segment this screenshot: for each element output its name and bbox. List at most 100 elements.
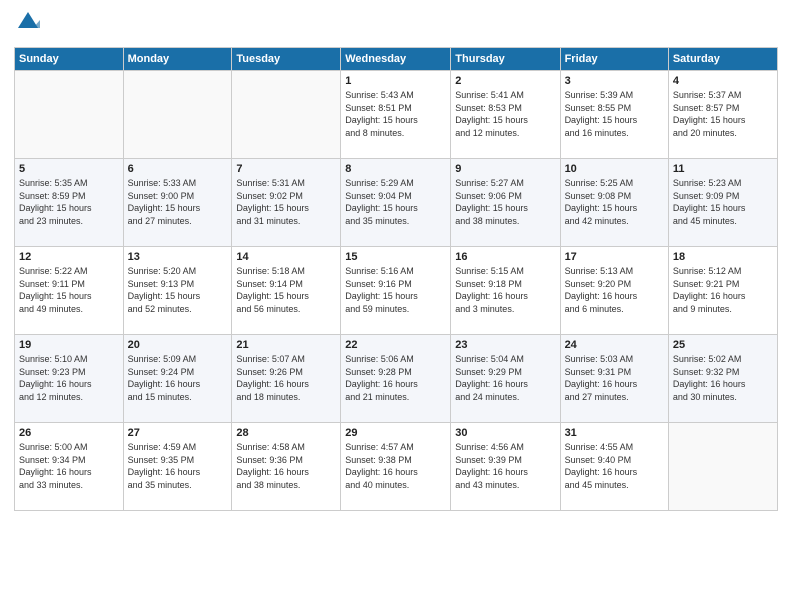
calendar-cell: 2 Sunrise: 5:41 AM Sunset: 8:53 PM Daylig… <box>451 71 560 159</box>
calendar-cell: 11 Sunrise: 5:23 AM Sunset: 9:09 PM Dayli… <box>668 159 777 247</box>
calendar-cell: 8 Sunrise: 5:29 AM Sunset: 9:04 PM Daylig… <box>341 159 451 247</box>
day-number: 22 <box>345 339 446 351</box>
day-of-week-header: Friday <box>560 48 668 71</box>
calendar-cell: 17 Sunrise: 5:13 AM Sunset: 9:20 PM Dayli… <box>560 247 668 335</box>
day-number: 14 <box>236 251 336 263</box>
day-number: 6 <box>128 163 228 175</box>
calendar-cell: 1 Sunrise: 5:43 AM Sunset: 8:51 PM Daylig… <box>341 71 451 159</box>
calendar-cell: 7 Sunrise: 5:31 AM Sunset: 9:02 PM Daylig… <box>232 159 341 247</box>
day-number: 12 <box>19 251 119 263</box>
logo-icon <box>16 10 40 34</box>
day-number: 7 <box>236 163 336 175</box>
header <box>14 10 778 39</box>
day-number: 11 <box>673 163 773 175</box>
day-content: Sunrise: 4:56 AM Sunset: 9:39 PM Dayligh… <box>455 441 555 491</box>
calendar-cell: 3Sunrise: 5:39 AM Sunset: 8:55 PM Daylig… <box>560 71 668 159</box>
calendar-week-row: 26 Sunrise: 5:00 AM Sunset: 9:34 PM Dayli… <box>15 423 778 511</box>
calendar-cell: 4 Sunrise: 5:37 AM Sunset: 8:57 PM Daylig… <box>668 71 777 159</box>
calendar-cell: 29 Sunrise: 4:57 AM Sunset: 9:38 PM Dayli… <box>341 423 451 511</box>
day-number: 17 <box>565 251 664 263</box>
day-content: Sunrise: 5:13 AM Sunset: 9:20 PM Dayligh… <box>565 265 664 315</box>
day-number: 16 <box>455 251 555 263</box>
calendar-cell: 5 Sunrise: 5:35 AM Sunset: 8:59 PM Daylig… <box>15 159 124 247</box>
day-content: Sunrise: 5:00 AM Sunset: 9:34 PM Dayligh… <box>19 441 119 491</box>
day-number: 1 <box>345 75 446 87</box>
calendar-cell <box>15 71 124 159</box>
calendar-cell <box>232 71 341 159</box>
calendar-cell: 26 Sunrise: 5:00 AM Sunset: 9:34 PM Dayli… <box>15 423 124 511</box>
day-of-week-header: Sunday <box>15 48 124 71</box>
day-number: 30 <box>455 427 555 439</box>
day-number: 27 <box>128 427 228 439</box>
day-content: Sunrise: 5:27 AM Sunset: 9:06 PM Dayligh… <box>455 177 555 227</box>
day-number: 18 <box>673 251 773 263</box>
calendar-cell: 28 Sunrise: 4:58 AM Sunset: 9:36 PM Dayli… <box>232 423 341 511</box>
day-number: 29 <box>345 427 446 439</box>
day-content: Sunrise: 5:20 AM Sunset: 9:13 PM Dayligh… <box>128 265 228 315</box>
day-content: Sunrise: 5:31 AM Sunset: 9:02 PM Dayligh… <box>236 177 336 227</box>
day-content: Sunrise: 5:12 AM Sunset: 9:21 PM Dayligh… <box>673 265 773 315</box>
day-content: Sunrise: 4:55 AM Sunset: 9:40 PM Dayligh… <box>565 441 664 491</box>
day-content: Sunrise: 4:58 AM Sunset: 9:36 PM Dayligh… <box>236 441 336 491</box>
day-content: Sunrise: 5:02 AM Sunset: 9:32 PM Dayligh… <box>673 353 773 403</box>
calendar-cell: 12 Sunrise: 5:22 AM Sunset: 9:11 PM Dayli… <box>15 247 124 335</box>
day-content: Sunrise: 5:04 AM Sunset: 9:29 PM Dayligh… <box>455 353 555 403</box>
day-of-week-header: Wednesday <box>341 48 451 71</box>
day-content: Sunrise: 5:15 AM Sunset: 9:18 PM Dayligh… <box>455 265 555 315</box>
day-content: Sunrise: 5:18 AM Sunset: 9:14 PM Dayligh… <box>236 265 336 315</box>
day-number: 15 <box>345 251 446 263</box>
calendar-week-row: 5 Sunrise: 5:35 AM Sunset: 8:59 PM Daylig… <box>15 159 778 247</box>
calendar-cell: 30 Sunrise: 4:56 AM Sunset: 9:39 PM Dayli… <box>451 423 560 511</box>
calendar-cell: 15 Sunrise: 5:16 AM Sunset: 9:16 PM Dayli… <box>341 247 451 335</box>
day-number: 21 <box>236 339 336 351</box>
day-number: 31 <box>565 427 664 439</box>
page: SundayMondayTuesdayWednesdayThursdayFrid… <box>0 0 792 612</box>
calendar-cell: 14 Sunrise: 5:18 AM Sunset: 9:14 PM Dayli… <box>232 247 341 335</box>
day-number: 28 <box>236 427 336 439</box>
day-content: Sunrise: 5:41 AM Sunset: 8:53 PM Dayligh… <box>455 89 555 139</box>
logo <box>14 10 40 39</box>
day-number: 5 <box>19 163 119 175</box>
day-number: 3 <box>565 75 664 87</box>
calendar-week-row: 12 Sunrise: 5:22 AM Sunset: 9:11 PM Dayli… <box>15 247 778 335</box>
calendar-cell: 24Sunrise: 5:03 AM Sunset: 9:31 PM Dayli… <box>560 335 668 423</box>
day-number: 9 <box>455 163 555 175</box>
day-number: 20 <box>128 339 228 351</box>
day-number: 25 <box>673 339 773 351</box>
day-number: 13 <box>128 251 228 263</box>
day-content: Sunrise: 5:03 AM Sunset: 9:31 PM Dayligh… <box>565 353 664 403</box>
day-content: Sunrise: 5:33 AM Sunset: 9:00 PM Dayligh… <box>128 177 228 227</box>
day-content: Sunrise: 5:43 AM Sunset: 8:51 PM Dayligh… <box>345 89 446 139</box>
calendar-cell: 9 Sunrise: 5:27 AM Sunset: 9:06 PM Daylig… <box>451 159 560 247</box>
day-content: Sunrise: 5:10 AM Sunset: 9:23 PM Dayligh… <box>19 353 119 403</box>
day-number: 4 <box>673 75 773 87</box>
day-content: Sunrise: 5:22 AM Sunset: 9:11 PM Dayligh… <box>19 265 119 315</box>
day-content: Sunrise: 5:35 AM Sunset: 8:59 PM Dayligh… <box>19 177 119 227</box>
calendar-cell: 21 Sunrise: 5:07 AM Sunset: 9:26 PM Dayli… <box>232 335 341 423</box>
day-content: Sunrise: 5:37 AM Sunset: 8:57 PM Dayligh… <box>673 89 773 139</box>
day-content: Sunrise: 4:59 AM Sunset: 9:35 PM Dayligh… <box>128 441 228 491</box>
calendar-cell: 20 Sunrise: 5:09 AM Sunset: 9:24 PM Dayli… <box>123 335 232 423</box>
day-number: 10 <box>565 163 664 175</box>
calendar-cell: 6 Sunrise: 5:33 AM Sunset: 9:00 PM Daylig… <box>123 159 232 247</box>
calendar-cell: 22 Sunrise: 5:06 AM Sunset: 9:28 PM Dayli… <box>341 335 451 423</box>
day-number: 8 <box>345 163 446 175</box>
day-of-week-header: Tuesday <box>232 48 341 71</box>
calendar-cell <box>668 423 777 511</box>
calendar-week-row: 19Sunrise: 5:10 AM Sunset: 9:23 PM Dayli… <box>15 335 778 423</box>
day-content: Sunrise: 4:57 AM Sunset: 9:38 PM Dayligh… <box>345 441 446 491</box>
day-content: Sunrise: 5:09 AM Sunset: 9:24 PM Dayligh… <box>128 353 228 403</box>
calendar-cell: 16 Sunrise: 5:15 AM Sunset: 9:18 PM Dayli… <box>451 247 560 335</box>
calendar-header-row: SundayMondayTuesdayWednesdayThursdayFrid… <box>15 48 778 71</box>
day-content: Sunrise: 5:07 AM Sunset: 9:26 PM Dayligh… <box>236 353 336 403</box>
day-content: Sunrise: 5:16 AM Sunset: 9:16 PM Dayligh… <box>345 265 446 315</box>
day-content: Sunrise: 5:29 AM Sunset: 9:04 PM Dayligh… <box>345 177 446 227</box>
day-content: Sunrise: 5:06 AM Sunset: 9:28 PM Dayligh… <box>345 353 446 403</box>
calendar-week-row: 1 Sunrise: 5:43 AM Sunset: 8:51 PM Daylig… <box>15 71 778 159</box>
day-number: 26 <box>19 427 119 439</box>
day-content: Sunrise: 5:23 AM Sunset: 9:09 PM Dayligh… <box>673 177 773 227</box>
calendar-cell: 10 Sunrise: 5:25 AM Sunset: 9:08 PM Dayli… <box>560 159 668 247</box>
calendar-cell: 31 Sunrise: 4:55 AM Sunset: 9:40 PM Dayli… <box>560 423 668 511</box>
day-content: Sunrise: 5:25 AM Sunset: 9:08 PM Dayligh… <box>565 177 664 227</box>
day-number: 2 <box>455 75 555 87</box>
